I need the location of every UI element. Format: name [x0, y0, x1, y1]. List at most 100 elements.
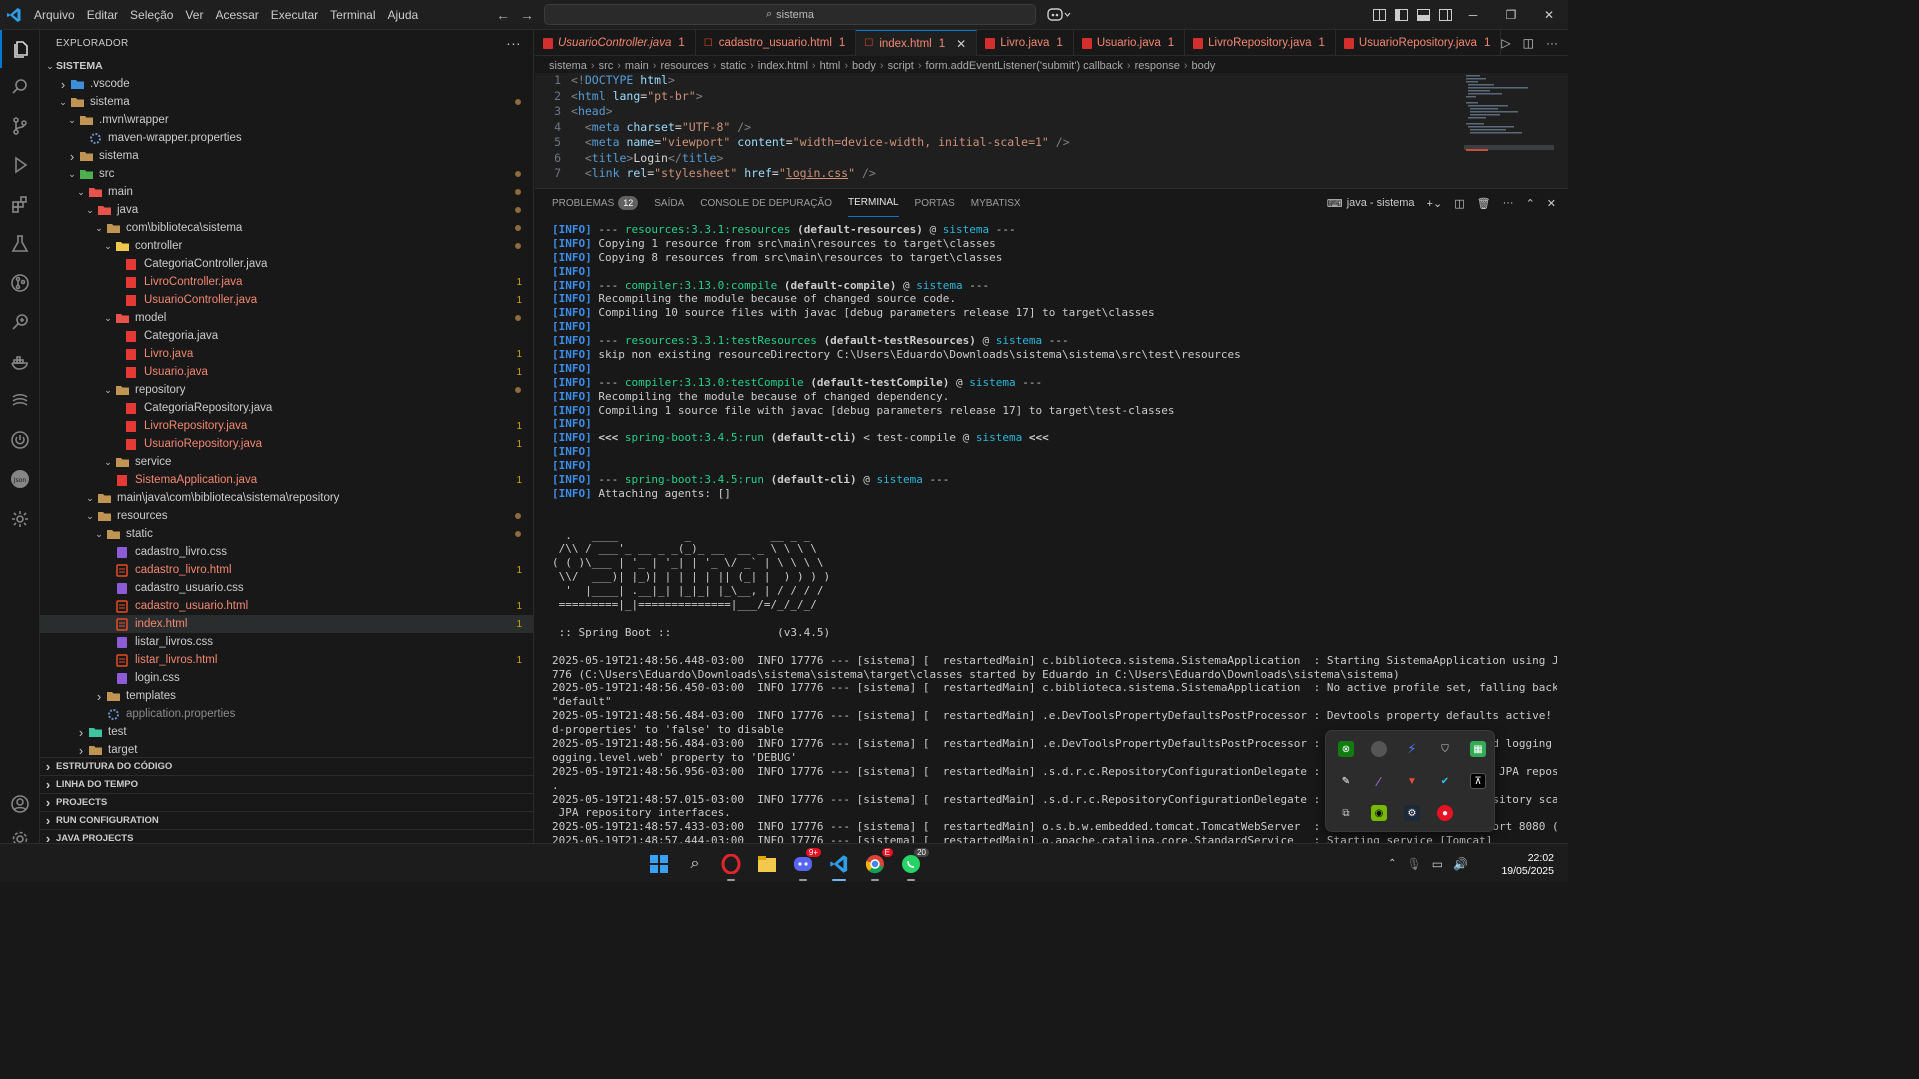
- extensions-icon[interactable]: [0, 186, 40, 224]
- toggle-primary-sidebar-icon[interactable]: [1394, 0, 1408, 30]
- close-panel-icon[interactable]: ✕: [1547, 197, 1556, 210]
- toggle-panel-icon[interactable]: [1416, 0, 1430, 30]
- breadcrumb-item[interactable]: html: [820, 60, 841, 72]
- split-terminal-icon[interactable]: ◫: [1454, 197, 1464, 210]
- volume-icon[interactable]: 🔊: [1453, 857, 1468, 871]
- breadcrumb-item[interactable]: static: [720, 60, 746, 72]
- sidebar-section-header[interactable]: › ESTRUTURA DO CÓDIGO: [40, 757, 533, 775]
- menu-item[interactable]: Executar: [265, 0, 324, 30]
- account-icon[interactable]: [0, 785, 40, 823]
- folder-item[interactable]: ⌄ controller: [40, 237, 533, 255]
- file-item[interactable]: cadastro_livro.css: [40, 543, 533, 561]
- v-tray-icon[interactable]: ▼: [1404, 773, 1420, 789]
- file-item[interactable]: cadastro_usuario.css: [40, 579, 533, 597]
- start-icon[interactable]: [647, 852, 671, 876]
- file-item[interactable]: CategoriaRepository.java: [40, 399, 533, 417]
- folder-item[interactable]: ⌄ sistema: [40, 93, 533, 111]
- file-item[interactable]: application.properties: [40, 705, 533, 723]
- run-icon[interactable]: ▷: [1501, 36, 1510, 50]
- folder-item[interactable]: ⌄ resources: [40, 507, 533, 525]
- file-item[interactable]: Categoria.java: [40, 327, 533, 345]
- xbox-icon[interactable]: ⊗: [1338, 741, 1354, 757]
- file-item[interactable]: cadastro_livro.html 1: [40, 561, 533, 579]
- folder-item[interactable]: ⌄ .mvn\wrapper: [40, 111, 533, 129]
- menu-item[interactable]: Terminal: [324, 0, 381, 30]
- file-item[interactable]: login.css: [40, 669, 533, 687]
- breadcrumb-item[interactable]: src: [599, 60, 614, 72]
- testing-icon[interactable]: [0, 225, 40, 263]
- editor-tab[interactable]: UsuarioRepository.java 1: [1336, 30, 1502, 56]
- file-item[interactable]: Livro.java 1: [40, 345, 533, 363]
- git-graph-icon[interactable]: [0, 264, 40, 302]
- bolt-tray-icon[interactable]: ✔: [1437, 773, 1453, 789]
- remote-explorer-icon[interactable]: [0, 303, 40, 341]
- file-item[interactable]: Usuario.java 1: [40, 363, 533, 381]
- folder-item[interactable]: ⌄ main: [40, 183, 533, 201]
- explorer-icon[interactable]: [0, 30, 40, 68]
- editor-tab[interactable]: Usuario.java 1: [1074, 30, 1186, 56]
- spring-boot-dashboard-icon[interactable]: [0, 500, 40, 538]
- file-explorer-icon[interactable]: [755, 852, 779, 876]
- editor-tab[interactable]: ☐ index.html 1 ✕: [856, 30, 978, 56]
- record-tray-icon[interactable]: ●: [1437, 805, 1453, 821]
- restore-icon[interactable]: ❐: [1492, 0, 1530, 30]
- microphone-icon[interactable]: 🎙: [1406, 857, 1421, 871]
- terminal-selector[interactable]: ⌨ java - sistema: [1327, 197, 1415, 210]
- code-editor[interactable]: 1 <!DOCTYPE html> 2 <html lang="pt-br"> 3 <he…: [535, 73, 1568, 188]
- breadcrumb-item[interactable]: main: [625, 60, 649, 72]
- breadcrumb-item[interactable]: script: [888, 60, 914, 72]
- panel-tab[interactable]: MYBATISX: [971, 189, 1021, 217]
- more-icon[interactable]: ···: [1503, 197, 1514, 209]
- pen-tray-icon[interactable]: ✎: [1338, 773, 1354, 789]
- editor-tab[interactable]: UsuarioController.java 1: [535, 30, 696, 56]
- file-item[interactable]: listar_livros.html 1: [40, 651, 533, 669]
- shield-tray-icon[interactable]: ⛉: [1437, 741, 1453, 757]
- breadcrumb-item[interactable]: body: [1192, 60, 1216, 72]
- folder-item[interactable]: › test: [40, 723, 533, 741]
- file-item[interactable]: CategoriaController.java: [40, 255, 533, 273]
- chevron-up-icon[interactable]: ⌃: [1388, 858, 1396, 869]
- folder-item[interactable]: › templates: [40, 687, 533, 705]
- slash-tray-icon[interactable]: ∕: [1371, 773, 1387, 789]
- copilot-icon[interactable]: [1046, 6, 1072, 24]
- breadcrumb-item[interactable]: form.addEventListener('submit') callback: [926, 60, 1123, 72]
- file-item[interactable]: UsuarioController.java 1: [40, 291, 533, 309]
- file-item[interactable]: maven-wrapper.properties: [40, 129, 533, 147]
- menu-item[interactable]: Ajuda: [382, 0, 425, 30]
- command-center-search[interactable]: ⌕ sistema: [544, 4, 1036, 25]
- power-icon[interactable]: [0, 421, 40, 459]
- minimap[interactable]: [1464, 73, 1554, 188]
- kubernetes-icon[interactable]: [0, 382, 40, 420]
- whatsapp-icon[interactable]: 20: [899, 848, 929, 881]
- copy-tray-icon[interactable]: ⧉: [1338, 805, 1354, 821]
- file-item[interactable]: listar_livros.css: [40, 633, 533, 651]
- menu-item[interactable]: Arquivo: [28, 0, 81, 30]
- file-item[interactable]: index.html 1: [40, 615, 533, 633]
- editor-tab[interactable]: Livro.java 1: [977, 30, 1074, 56]
- nvidia-icon[interactable]: ◉: [1371, 805, 1387, 821]
- more-actions-icon[interactable]: ···: [506, 35, 521, 51]
- lightning-icon[interactable]: ⚡: [1404, 741, 1420, 757]
- more-icon[interactable]: ···: [1546, 36, 1558, 50]
- app-circle-icon[interactable]: [1371, 741, 1387, 757]
- clock[interactable]: 22:02 19/05/2025: [1501, 852, 1554, 878]
- sidebar-section-header[interactable]: › LINHA DO TEMPO: [40, 775, 533, 793]
- vscode-taskbar-icon[interactable]: [827, 852, 851, 881]
- customize-layout-icon[interactable]: [1372, 0, 1386, 30]
- panel-tab[interactable]: PROBLEMAS 12: [552, 189, 639, 217]
- source-control-icon[interactable]: [0, 107, 40, 145]
- kill-terminal-icon[interactable]: 🗑: [1477, 197, 1491, 210]
- editor-tab[interactable]: LivroRepository.java 1: [1185, 30, 1336, 56]
- editor-tab[interactable]: ☐ cadastro_usuario.html 1: [696, 30, 857, 56]
- file-item[interactable]: LivroRepository.java 1: [40, 417, 533, 435]
- run-debug-icon[interactable]: [0, 146, 40, 184]
- minimize-icon[interactable]: ─: [1454, 0, 1492, 30]
- close-window-icon[interactable]: ✕: [1530, 0, 1568, 30]
- folder-item[interactable]: ⌄ repository: [40, 381, 533, 399]
- panel-tab[interactable]: PORTAS: [915, 189, 955, 217]
- opera-icon[interactable]: [719, 852, 743, 881]
- menu-item[interactable]: Acessar: [209, 0, 264, 30]
- folder-item[interactable]: › sistema: [40, 147, 533, 165]
- menu-item[interactable]: Ver: [179, 0, 209, 30]
- discord-icon[interactable]: 9+: [791, 848, 821, 881]
